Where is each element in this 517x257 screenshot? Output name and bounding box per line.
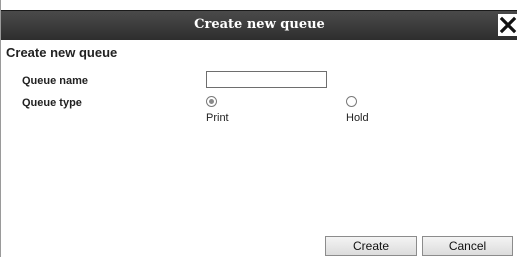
dialog-titlebar: Create new queue — [1, 10, 517, 40]
queue-type-print-radio[interactable] — [206, 96, 217, 107]
queue-name-input[interactable] — [206, 71, 327, 88]
queue-type-print-label: Print — [206, 112, 229, 124]
create-queue-dialog: Create new queue Create new queue Queue … — [0, 0, 517, 257]
create-button[interactable]: Create — [325, 236, 417, 256]
queue-type-hold-label: Hold — [346, 112, 369, 124]
dialog-title: Create new queue — [194, 17, 325, 32]
radio-selected-dot — [209, 99, 214, 104]
close-icon — [499, 16, 517, 34]
cancel-button[interactable]: Cancel — [422, 236, 513, 256]
queue-name-label: Queue name — [22, 75, 89, 87]
queue-type-label: Queue type — [22, 97, 82, 109]
queue-type-hold-radio[interactable] — [346, 96, 357, 107]
section-heading: Create new queue — [6, 45, 118, 60]
close-button[interactable] — [498, 14, 517, 36]
